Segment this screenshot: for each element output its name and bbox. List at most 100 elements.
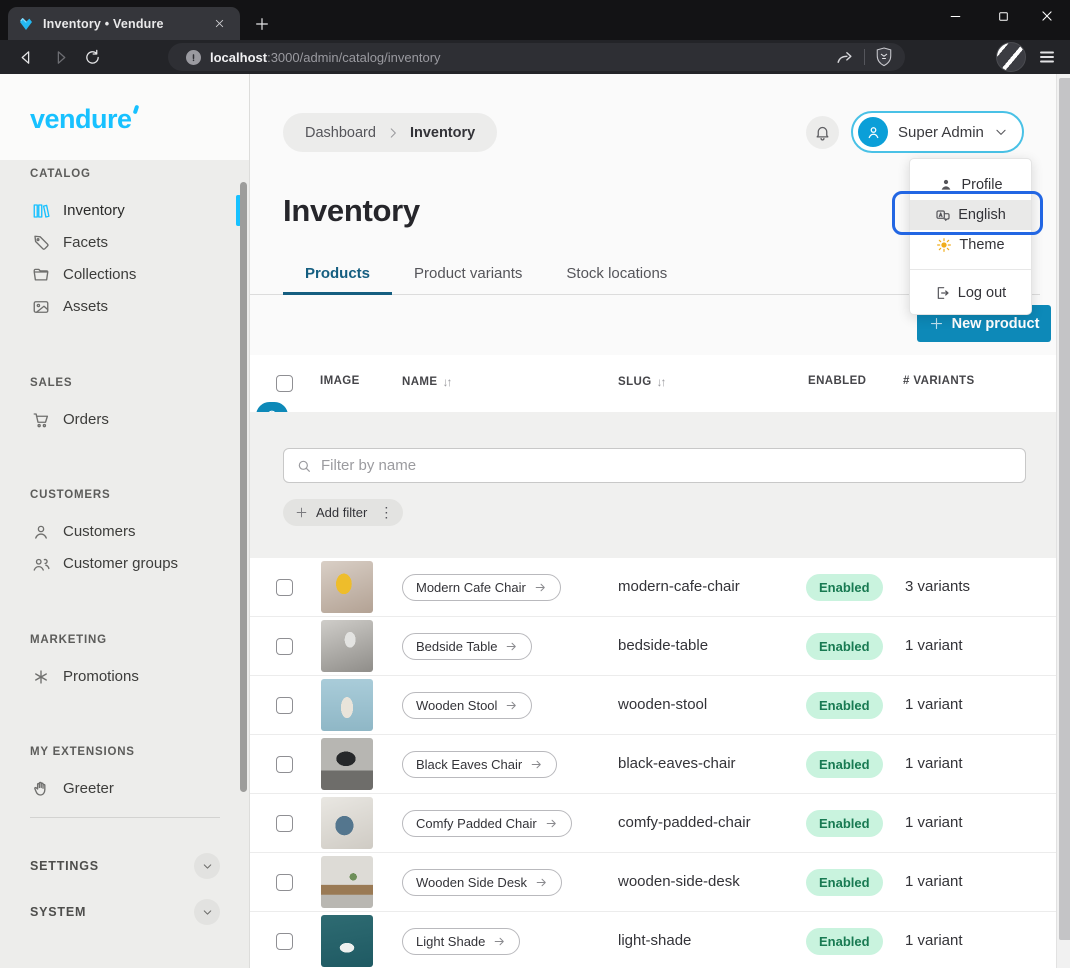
- scrollbar-thumb[interactable]: [1059, 78, 1070, 940]
- variant-count: 1 variant: [905, 755, 963, 772]
- menu-item-theme[interactable]: Theme: [910, 230, 1031, 260]
- user-menu-label: Super Admin: [898, 124, 984, 141]
- sort-icon[interactable]: ↓↑: [657, 375, 665, 389]
- tab-products[interactable]: Products: [283, 262, 392, 295]
- sidebar-item-collections[interactable]: Collections: [0, 259, 250, 290]
- column-header-enabled: ENABLED: [808, 375, 866, 387]
- row-checkbox[interactable]: [276, 874, 293, 891]
- product-thumbnail: [321, 915, 373, 967]
- page-scrollbar[interactable]: [1056, 74, 1070, 968]
- address-separator: [864, 49, 865, 65]
- window-close-button[interactable]: [1024, 0, 1070, 32]
- status-badge: Enabled: [806, 928, 883, 955]
- add-filter-button[interactable]: Add filter ⋮: [283, 499, 403, 526]
- brave-shield-icon[interactable]: [875, 47, 893, 67]
- product-name-link[interactable]: Light Shade: [402, 928, 520, 955]
- product-slug: wooden-stool: [618, 696, 707, 713]
- user-menu-button[interactable]: Super Admin: [851, 111, 1024, 153]
- arrow-right-icon: [530, 758, 543, 771]
- table-header: IMAGE NAME↓↑ SLUG↓↑ ENABLED # VARIANTS: [250, 355, 1056, 412]
- breadcrumb-chevron-icon: [386, 126, 400, 140]
- browser-tab[interactable]: Inventory • Vendure: [8, 7, 240, 40]
- section-label-sales: SALES: [30, 377, 72, 389]
- row-checkbox[interactable]: [276, 579, 293, 596]
- product-name-link[interactable]: Comfy Padded Chair: [402, 810, 572, 837]
- address-bar[interactable]: localhost:3000/admin/catalog/inventory: [168, 43, 905, 71]
- window-maximize-button[interactable]: [980, 0, 1026, 32]
- arrow-right-icon: [505, 699, 518, 712]
- site-info-icon[interactable]: [186, 50, 201, 65]
- tab-close-icon[interactable]: [208, 13, 230, 35]
- sidebar-item-assets[interactable]: Assets: [0, 291, 250, 322]
- reload-button[interactable]: [80, 45, 104, 69]
- sidebar-item-promotions[interactable]: Promotions: [0, 661, 250, 692]
- row-checkbox[interactable]: [276, 697, 293, 714]
- table-row[interactable]: Comfy Padded Chair comfy-padded-chair En…: [250, 794, 1056, 853]
- select-all-checkbox[interactable]: [276, 375, 293, 392]
- filter-by-name-input[interactable]: [321, 457, 1013, 474]
- variant-count: 1 variant: [905, 814, 963, 831]
- filter-section: Add filter ⋮: [250, 412, 1056, 558]
- sidebar-item-greeter[interactable]: Greeter: [0, 773, 250, 804]
- variant-count: 1 variant: [905, 932, 963, 949]
- share-icon[interactable]: [835, 48, 854, 67]
- vendure-logo[interactable]: vendure: [30, 104, 138, 135]
- sidebar-section-system[interactable]: SYSTEM: [0, 897, 250, 927]
- user-dropdown-menu: Profile English Theme Log out: [909, 158, 1032, 315]
- variant-count: 1 variant: [905, 696, 963, 713]
- new-tab-button[interactable]: [250, 12, 274, 36]
- column-header-name[interactable]: NAME↓↑: [402, 375, 450, 389]
- user-icon: [32, 523, 50, 541]
- sidebar-item-inventory[interactable]: Inventory: [0, 195, 250, 226]
- table-row[interactable]: Modern Cafe Chair modern-cafe-chair Enab…: [250, 558, 1056, 617]
- table-row[interactable]: Wooden Side Desk wooden-side-desk Enable…: [250, 853, 1056, 912]
- variant-count: 1 variant: [905, 637, 963, 654]
- column-header-variants: # VARIANTS: [903, 375, 975, 387]
- table-row[interactable]: Black Eaves Chair black-eaves-chair Enab…: [250, 735, 1056, 794]
- menu-item-profile[interactable]: Profile: [910, 170, 1031, 200]
- notifications-button[interactable]: [806, 116, 839, 149]
- product-name-link[interactable]: Black Eaves Chair: [402, 751, 557, 778]
- browser-profile-avatar[interactable]: [996, 42, 1026, 72]
- sidebar-section-settings[interactable]: SETTINGS: [0, 851, 250, 881]
- tab-stock-locations[interactable]: Stock locations: [544, 262, 689, 295]
- sidebar-item-customer-groups[interactable]: Customer groups: [0, 548, 250, 579]
- status-badge: Enabled: [806, 751, 883, 778]
- forward-button[interactable]: [48, 45, 72, 69]
- menu-item-english[interactable]: English: [910, 200, 1031, 230]
- row-checkbox[interactable]: [276, 638, 293, 655]
- logo-mark: [132, 105, 139, 115]
- menu-item-log-out[interactable]: Log out: [910, 278, 1031, 308]
- back-button[interactable]: [14, 45, 38, 69]
- row-checkbox[interactable]: [276, 933, 293, 950]
- table-row[interactable]: Wooden Stool wooden-stool Enabled 1 vari…: [250, 676, 1056, 735]
- breadcrumb-dashboard[interactable]: Dashboard: [305, 125, 376, 141]
- chevron-down-icon[interactable]: [194, 899, 220, 925]
- kebab-menu-icon[interactable]: ⋮: [375, 504, 393, 521]
- chevron-down-icon[interactable]: [194, 853, 220, 879]
- sidebar-item-customers[interactable]: Customers: [0, 516, 250, 547]
- row-checkbox[interactable]: [276, 756, 293, 773]
- window-minimize-button[interactable]: [932, 0, 978, 32]
- url-text: localhost:3000/admin/catalog/inventory: [210, 50, 835, 65]
- sidebar-item-orders[interactable]: Orders: [0, 404, 250, 435]
- sidebar-scrollbar[interactable]: [240, 182, 247, 792]
- cart-icon: [32, 411, 50, 429]
- user-icon: [938, 177, 954, 193]
- product-slug: black-eaves-chair: [618, 755, 736, 772]
- breadcrumb-inventory[interactable]: Inventory: [410, 125, 475, 141]
- product-name-link[interactable]: Bedside Table: [402, 633, 532, 660]
- browser-menu-icon[interactable]: [1036, 46, 1058, 68]
- row-checkbox[interactable]: [276, 815, 293, 832]
- product-name-link[interactable]: Wooden Side Desk: [402, 869, 562, 896]
- sun-icon: [936, 237, 952, 253]
- table-row[interactable]: Bedside Table bedside-table Enabled 1 va…: [250, 617, 1056, 676]
- product-name-link[interactable]: Wooden Stool: [402, 692, 532, 719]
- table-row[interactable]: Light Shade light-shade Enabled 1 varian…: [250, 912, 1056, 968]
- section-label-catalog: CATALOG: [30, 168, 91, 180]
- sort-icon[interactable]: ↓↑: [442, 375, 450, 389]
- column-header-slug[interactable]: SLUG↓↑: [618, 375, 665, 389]
- product-name-link[interactable]: Modern Cafe Chair: [402, 574, 561, 601]
- tab-product-variants[interactable]: Product variants: [392, 262, 544, 295]
- sidebar-item-facets[interactable]: Facets: [0, 227, 250, 258]
